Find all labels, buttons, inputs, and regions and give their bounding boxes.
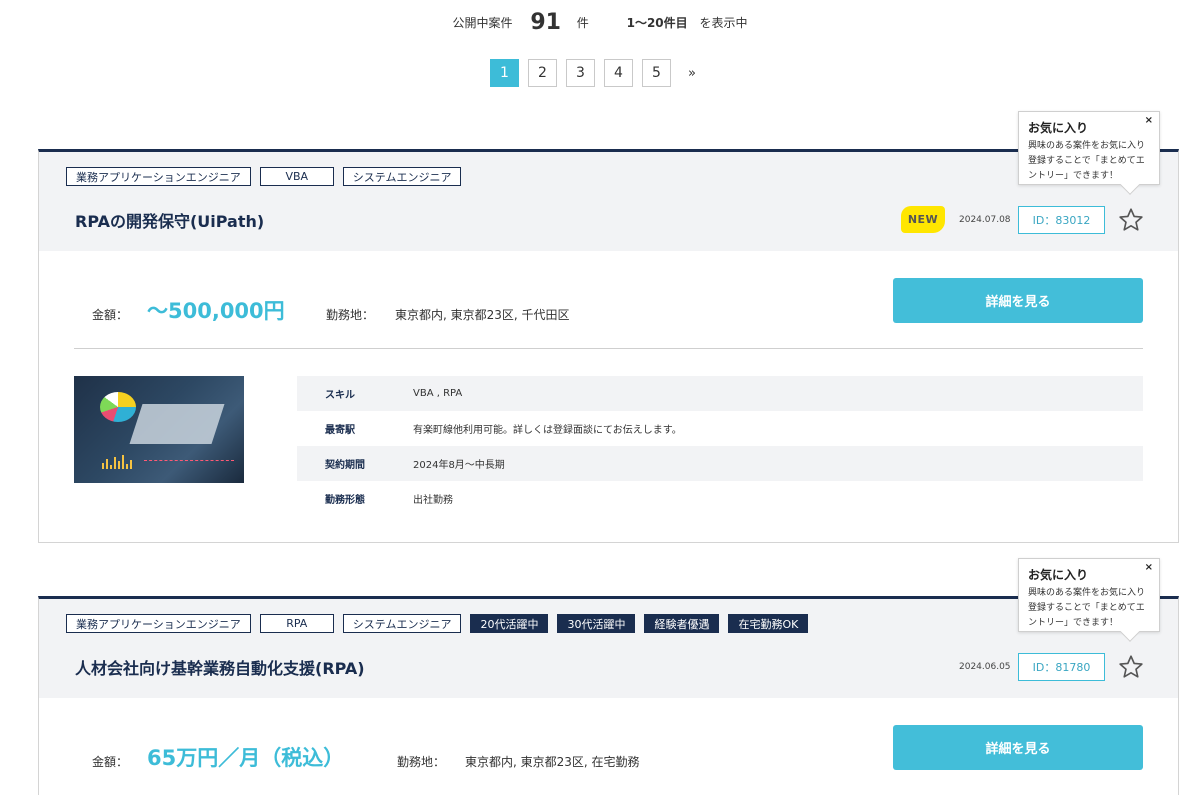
favorite-tooltip-title: お気に入り xyxy=(1028,568,1089,582)
job-tag: RPA xyxy=(259,614,334,633)
job-tags: 業務アプリケーションエンジニア VBA システムエンジニア xyxy=(66,167,462,186)
summary-unit: 件 xyxy=(576,16,589,30)
star-icon[interactable] xyxy=(1117,653,1145,681)
spec-key: スキル xyxy=(325,390,355,401)
spec-key: 契約期間 xyxy=(325,460,365,471)
next-page-button[interactable]: » xyxy=(680,59,704,87)
job-tag: システムエンジニア xyxy=(342,614,462,633)
job-date: 2024.07.08 xyxy=(959,215,1011,225)
new-badge: NEW xyxy=(901,206,945,233)
job-tags: 業務アプリケーションエンジニア RPA システムエンジニア 20代活躍中 30代… xyxy=(66,614,809,633)
spec-row: 契約期間 2024年8月〜中長期 xyxy=(297,446,1143,481)
favorite-tooltip-title: お気に入り xyxy=(1028,121,1089,135)
close-icon[interactable]: × xyxy=(1145,115,1153,126)
job-spec-table: スキル VBA , RPA 最寄駅 有楽町線他利用可能。詳しくは登録面談にてお伝… xyxy=(297,376,1143,516)
spec-value: VBA , RPA xyxy=(413,388,463,399)
job-tag: 業務アプリケーションエンジニア xyxy=(66,167,251,186)
page-3-button[interactable]: 3 xyxy=(566,59,595,87)
job-title[interactable]: RPAの開発保守(UiPath) xyxy=(75,208,264,232)
page-5-button[interactable]: 5 xyxy=(642,59,671,87)
feature-tag: 20代活躍中 xyxy=(470,614,549,633)
job-price-row: 金額： 〜500,000円 勤務地： 東京都内, 東京都23区, 千代田区 詳細… xyxy=(39,278,1180,338)
line-graphic xyxy=(144,441,234,461)
view-details-button[interactable]: 詳細を見る xyxy=(893,725,1143,770)
spec-value: 有楽町線他利用可能。詳しくは登録面談にてお伝えします。 xyxy=(413,425,682,436)
star-icon[interactable] xyxy=(1117,206,1145,234)
pagination: 1 2 3 4 5 » xyxy=(0,59,1200,87)
job-id: ID：83012 xyxy=(1018,206,1105,234)
job-tag: システムエンジニア xyxy=(342,167,462,186)
job-date: 2024.06.05 xyxy=(959,662,1011,672)
summary-prefix: 公開中案件 xyxy=(452,16,513,30)
spec-value: 2024年8月〜中長期 xyxy=(413,460,505,471)
job-thumbnail xyxy=(74,376,244,483)
job-location: 東京都内, 東京都23区, 千代田区 xyxy=(395,308,570,322)
job-title[interactable]: 人材会社向け基幹業務自動化支援(RPA) xyxy=(75,655,365,679)
job-id: ID：81780 xyxy=(1018,653,1105,681)
feature-tag: 30代活躍中 xyxy=(557,614,636,633)
job-price: 〜500,000円 xyxy=(147,299,285,323)
job-tag: 業務アプリケーションエンジニア xyxy=(66,614,251,633)
feature-tag: 在宅勤務OK xyxy=(728,614,809,633)
feature-tag: 経験者優遇 xyxy=(644,614,720,633)
result-count: 91 xyxy=(530,10,561,35)
page-4-button[interactable]: 4 xyxy=(604,59,633,87)
job-card-header: 業務アプリケーションエンジニア VBA システムエンジニア RPAの開発保守(U… xyxy=(39,152,1178,251)
job-location: 東京都内, 東京都23区, 在宅勤務 xyxy=(465,755,640,769)
view-details-button[interactable]: 詳細を見る xyxy=(893,278,1143,323)
pie-chart-graphic xyxy=(100,392,136,422)
job-price: 65万円／月（税込） xyxy=(147,746,345,770)
spec-key: 最寄駅 xyxy=(325,425,355,436)
job-card-header: 業務アプリケーションエンジニア RPA システムエンジニア 20代活躍中 30代… xyxy=(39,599,1178,698)
job-price-row: 金額： 65万円／月（税込） 勤務地： 東京都内, 東京都23区, 在宅勤務 詳… xyxy=(39,725,1180,785)
page-2-button[interactable]: 2 xyxy=(528,59,557,87)
price-label: 金額： xyxy=(92,308,129,322)
spec-row: 勤務形態 出社勤務 xyxy=(297,481,1143,516)
bar-graphic xyxy=(102,455,132,469)
spec-value: 出社勤務 xyxy=(413,495,453,506)
close-icon[interactable]: × xyxy=(1145,562,1153,573)
page-1-button[interactable]: 1 xyxy=(490,59,519,87)
search-summary: 公開中案件 91 件 1〜20件目 を表示中 xyxy=(0,8,1200,35)
location-label: 勤務地： xyxy=(326,308,375,322)
laptop-graphic xyxy=(129,404,225,444)
location-label: 勤務地： xyxy=(397,755,446,769)
job-card: 業務アプリケーションエンジニア RPA システムエンジニア 20代活躍中 30代… xyxy=(38,596,1179,795)
job-tag: VBA xyxy=(259,167,334,186)
favorite-tooltip: お気に入り 興味のある案件をお気に入り登録することで「まとめてエントリー」できま… xyxy=(1018,111,1160,195)
summary-suffix: を表示中 xyxy=(699,16,748,30)
spec-key: 勤務形態 xyxy=(325,495,365,506)
result-range: 1〜20件目 xyxy=(626,16,688,30)
divider xyxy=(74,348,1143,349)
favorite-tooltip: お気に入り 興味のある案件をお気に入り登録することで「まとめてエントリー」できま… xyxy=(1018,558,1160,642)
spec-row: スキル VBA , RPA xyxy=(297,376,1143,411)
spec-row: 最寄駅 有楽町線他利用可能。詳しくは登録面談にてお伝えします。 xyxy=(297,411,1143,446)
job-card: 業務アプリケーションエンジニア VBA システムエンジニア RPAの開発保守(U… xyxy=(38,149,1179,543)
price-label: 金額： xyxy=(92,755,129,769)
